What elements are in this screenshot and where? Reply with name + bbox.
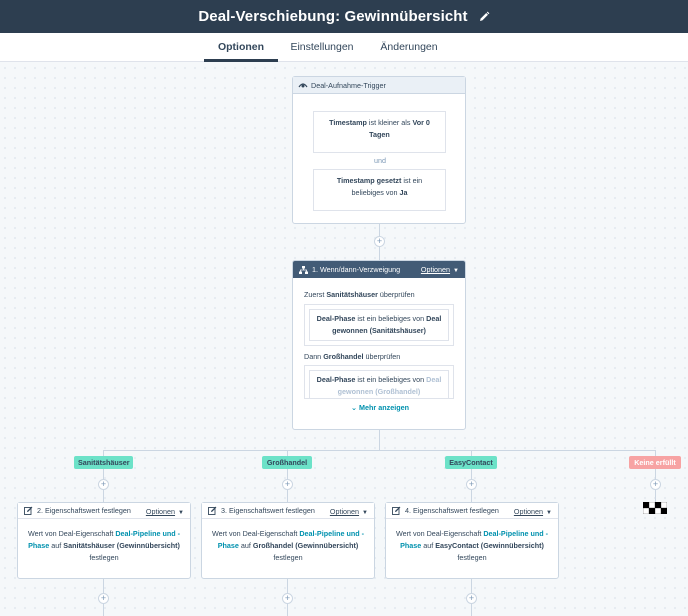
add-action-button[interactable]: + [466, 479, 477, 490]
check-suffix: überprüfen [379, 290, 415, 299]
edit-icon [208, 506, 217, 515]
condition-property: Timestamp gesetzt [336, 176, 402, 185]
branch-first-check: Zuerst Sanitätshäuser überprüfen [304, 290, 415, 299]
action-header: 2. Eigenschaftswert festlegen Optionen ▼ [18, 503, 190, 519]
add-action-button[interactable]: + [98, 479, 109, 490]
condition-inner: Deal-Phase ist ein beliebiges von Deal g… [309, 309, 449, 341]
tab-optionen[interactable]: Optionen [204, 33, 278, 62]
caret-down-icon: ▼ [178, 510, 184, 516]
branch-label-sanitaetshaeuser: Sanitätshäuser [74, 456, 133, 469]
desc-text: festlegen [457, 553, 487, 562]
options-label: Optionen [420, 265, 451, 274]
action-card-2[interactable]: 2. Eigenschaftswert festlegen Optionen ▼ … [17, 502, 191, 579]
add-action-button[interactable]: + [282, 593, 293, 604]
action-options-button[interactable]: Optionen ▼ [146, 507, 184, 516]
caret-down-icon: ▼ [362, 510, 368, 516]
branch-icon [299, 265, 308, 274]
add-action-button[interactable]: + [650, 479, 661, 490]
desc-text: auf [423, 541, 434, 550]
branch-label-grosshandel: Großhandel [262, 456, 312, 469]
trigger-card[interactable]: Deal-Aufnahme-Trigger Timestamp ist klei… [292, 76, 466, 224]
caret-down-icon: ▼ [546, 510, 552, 516]
condition-operator: ist kleiner als [368, 118, 411, 127]
tab-einstellungen[interactable]: Einstellungen [288, 33, 356, 62]
caret-down-icon: ▼ [453, 268, 459, 274]
branch-condition-1[interactable]: Deal-Phase ist ein beliebiges von Deal g… [304, 304, 454, 346]
chevron-down-icon: ⌄ [351, 403, 360, 412]
trigger-condition-2[interactable]: Timestamp gesetzt ist ein beliebiges von… [313, 169, 446, 211]
branch-options-button[interactable]: Optionen ▼ [421, 265, 459, 274]
desc-text: auf [240, 541, 251, 550]
action-header: 4. Eigenschaftswert festlegen Optionen ▼ [386, 503, 558, 519]
action-title: 2. Eigenschaftswert festlegen [37, 506, 131, 515]
desc-text: Wert von Deal-Eigenschaft [395, 529, 482, 538]
connector-line [103, 450, 655, 451]
action-title: 3. Eigenschaftswert festlegen [221, 506, 315, 515]
edit-icon [24, 506, 33, 515]
action-card-4[interactable]: 4. Eigenschaftswert festlegen Optionen ▼ … [385, 502, 559, 579]
workflow-title: Deal-Verschiebung: Gewinnübersicht [198, 8, 468, 25]
condition-property: Deal-Phase [316, 375, 356, 384]
action-header: 3. Eigenschaftswert festlegen Optionen ▼ [202, 503, 374, 519]
action-title: 4. Eigenschaftswert festlegen [405, 506, 499, 515]
check-prefix: Dann [304, 352, 322, 361]
tab-aenderungen[interactable]: Änderungen [376, 33, 442, 62]
branch-title: 1. Wenn/dann-Verzweigung [312, 265, 401, 274]
check-name: Großhandel [323, 352, 364, 361]
trigger-title: Deal-Aufnahme-Trigger [311, 80, 386, 90]
action-options-button[interactable]: Optionen ▼ [330, 507, 368, 516]
branch-header: 1. Wenn/dann-Verzweigung Optionen ▼ [293, 261, 465, 278]
end-flag-icon [643, 502, 667, 514]
property-value: Sanitätshäuser (Gewinnübersicht) [63, 541, 180, 550]
show-more-label: Mehr anzeigen [359, 403, 409, 412]
branch-condition-2[interactable]: Deal-Phase ist ein beliebiges von Deal g… [304, 365, 454, 399]
action-description: Wert von Deal-Eigenschaft Deal-Pipeline … [202, 519, 374, 564]
desc-text: festlegen [89, 553, 119, 562]
property-value: Großhandel (Gewinnübersicht) [252, 541, 359, 550]
options-label: Optionen [329, 507, 360, 516]
condition-inner: Deal-Phase ist ein beliebiges von Deal g… [309, 370, 449, 398]
condition-property: Timestamp [329, 118, 367, 127]
add-action-button[interactable]: + [282, 479, 293, 490]
top-bar: Deal-Verschiebung: Gewinnübersicht [0, 0, 688, 33]
desc-text: Wert von Deal-Eigenschaft [211, 529, 298, 538]
branch-label-none-matched: Keine erfüllt [629, 456, 681, 469]
condition-joiner: und [374, 156, 386, 165]
trigger-icon [298, 83, 308, 88]
action-description: Wert von Deal-Eigenschaft Deal-Pipeline … [18, 519, 190, 564]
pencil-icon[interactable] [478, 11, 490, 23]
check-prefix: Zuerst [304, 290, 325, 299]
condition-value: Ja [399, 188, 408, 197]
add-action-button[interactable]: + [466, 593, 477, 604]
property-value: EasyContact (Gewinnübersicht) [435, 541, 544, 550]
condition-operator: ist ein beliebiges von [357, 375, 425, 384]
edit-icon [392, 506, 401, 515]
branch-label-easycontact: EasyContact [445, 456, 497, 469]
action-options-button[interactable]: Optionen ▼ [514, 507, 552, 516]
branch-card[interactable]: 1. Wenn/dann-Verzweigung Optionen ▼ Zuers… [292, 260, 466, 430]
trigger-condition-1[interactable]: Timestamp ist kleiner als Vor 0 Tagen [313, 111, 446, 153]
options-label: Optionen [145, 507, 176, 516]
branch-second-check: Dann Großhandel überprüfen [304, 352, 400, 361]
desc-text: Wert von Deal-Eigenschaft [27, 529, 114, 538]
show-more-link[interactable]: ⌄ Mehr anzeigen [293, 403, 465, 412]
desc-text: auf [51, 541, 62, 550]
trigger-header: Deal-Aufnahme-Trigger [293, 77, 465, 94]
connector-line [379, 430, 380, 450]
add-action-button[interactable]: + [98, 593, 109, 604]
desc-text: festlegen [273, 553, 303, 562]
check-suffix: überprüfen [365, 352, 401, 361]
tabs-bar: Optionen Einstellungen Änderungen [0, 33, 688, 62]
options-label: Optionen [513, 507, 544, 516]
condition-property: Deal-Phase [316, 314, 356, 323]
action-card-3[interactable]: 3. Eigenschaftswert festlegen Optionen ▼ … [201, 502, 375, 579]
condition-operator: ist ein beliebiges von [357, 314, 425, 323]
action-description: Wert von Deal-Eigenschaft Deal-Pipeline … [386, 519, 558, 564]
check-name: Sanitätshäuser [326, 290, 378, 299]
add-action-button[interactable]: + [374, 236, 385, 247]
